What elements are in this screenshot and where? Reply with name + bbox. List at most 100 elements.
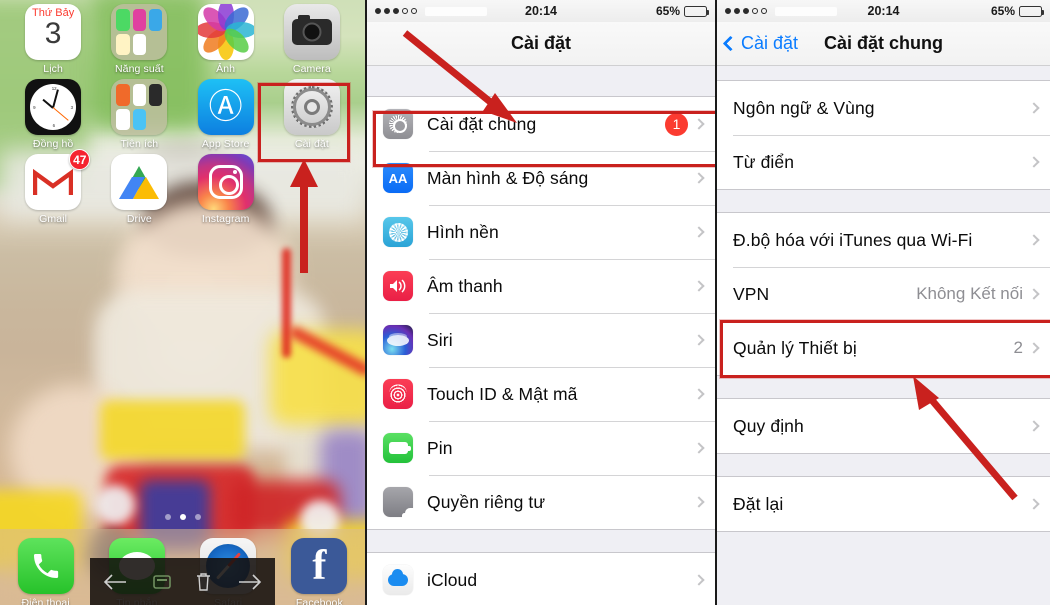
row-label: VPN <box>733 283 770 304</box>
back-arrow-icon[interactable] <box>102 573 128 591</box>
row-quy-dinh[interactable]: Quy định <box>717 399 1050 453</box>
app-gmail[interactable]: 47 Gmail <box>10 149 96 225</box>
app-label: Ảnh <box>216 63 236 75</box>
row-dat-lai[interactable]: Đặt lại <box>717 477 1050 531</box>
general-settings-screen: 20:14 65% Cài đặt Cài đặt chung Ngôn ngữ… <box>715 0 1050 605</box>
row-label: Đ.bộ hóa với iTunes qua Wi-Fi <box>733 229 973 250</box>
chevron-right-icon <box>693 574 705 586</box>
app-label: Instagram <box>201 213 250 225</box>
page-title: Cài đặt <box>510 33 571 53</box>
wallpaper-icon <box>383 217 413 247</box>
app-dong-ho[interactable]: 12 3 6 9 Đồng hồ <box>10 79 96 150</box>
settings-navbar: Cài đặt <box>367 22 715 66</box>
settings-group-main: Cài đặt chung 1 AA Màn hình & Độ sáng Hì… <box>367 96 715 530</box>
row-tu-dien[interactable]: Từ điển <box>717 135 1050 189</box>
chevron-right-icon <box>693 118 705 130</box>
row-icloud[interactable]: iCloud <box>367 553 715 605</box>
row-label: Âm thanh <box>427 275 503 296</box>
battery-icon <box>684 5 709 17</box>
row-man-hinh-do-sang[interactable]: AA Màn hình & Độ sáng <box>367 151 715 205</box>
status-time: 20:14 <box>525 4 557 18</box>
page-indicator <box>0 514 365 520</box>
row-am-thanh[interactable]: Âm thanh <box>367 259 715 313</box>
gear-icon <box>383 109 413 139</box>
phone-icon <box>17 538 74 594</box>
badge-count: 1 <box>665 112 688 136</box>
row-hinh-nen[interactable]: Hình nền <box>367 205 715 259</box>
row-dong-bo-itunes-wifi[interactable]: Đ.bộ hóa với iTunes qua Wi-Fi <box>717 213 1050 267</box>
row-label: Ngôn ngữ & Vùng <box>733 97 875 118</box>
forward-arrow-icon[interactable] <box>237 573 263 591</box>
app-cai-dat[interactable]: Cài đặt <box>269 79 355 150</box>
appstore-icon: Ⓐ <box>197 79 254 135</box>
chevron-right-icon <box>1028 234 1040 246</box>
app-label: Camera <box>292 63 331 75</box>
row-label: Quy định <box>733 415 804 436</box>
status-time: 20:14 <box>867 4 900 18</box>
general-group-regulatory: Quy định <box>717 398 1050 454</box>
aa-icon: AA <box>383 163 413 193</box>
folder-icon <box>111 4 168 60</box>
app-anh[interactable]: Ảnh <box>183 4 269 75</box>
app-nang-suat[interactable]: Năng suất <box>96 4 182 75</box>
general-group-sync: Đ.bộ hóa với iTunes qua Wi-Fi VPN Không … <box>717 212 1050 376</box>
row-label: Quản lý Thiết bị <box>733 337 857 358</box>
keyboard-icon[interactable] <box>152 574 171 590</box>
row-value: Không Kết nối <box>916 284 1023 303</box>
app-tien-ich[interactable]: Tiện ích <box>96 79 182 150</box>
trash-icon[interactable] <box>195 572 212 592</box>
app-label: Cài đặt <box>294 138 329 150</box>
row-siri[interactable]: Siri <box>367 313 715 367</box>
dock-item-facebook[interactable]: f Facebook <box>291 538 348 605</box>
group-spacer <box>717 66 1050 80</box>
app-label: Đồng hồ <box>32 138 74 150</box>
photos-icon <box>197 4 254 60</box>
row-pin[interactable]: Pin <box>367 421 715 475</box>
chevron-right-icon <box>693 172 705 184</box>
app-label: Drive <box>126 213 152 225</box>
camera-icon <box>283 4 340 60</box>
app-camera[interactable]: Camera <box>269 4 355 75</box>
battery-icon <box>383 433 413 463</box>
group-spacer <box>367 66 715 96</box>
row-ngon-ngu-vung[interactable]: Ngôn ngữ & Vùng <box>717 81 1050 135</box>
chevron-right-icon <box>693 280 705 292</box>
app-drive[interactable]: Drive <box>96 154 182 225</box>
back-button[interactable]: Cài đặt <box>722 33 799 54</box>
app-empty-slot <box>269 154 355 225</box>
status-bar: 20:14 65% <box>717 0 1050 22</box>
settings-app-screen: 20:14 65% Cài đặt Cài đặt chung 1 AA Màn <box>365 0 715 605</box>
chevron-right-icon <box>1028 420 1040 432</box>
chevron-right-icon <box>693 334 705 346</box>
battery-icon <box>1019 5 1044 17</box>
iphone-home-screen: Thứ Bảy 3 Lịch Năng suất Ảnh Camera 12 3… <box>0 0 365 605</box>
row-vpn[interactable]: VPN Không Kết nối <box>717 267 1050 321</box>
chevron-right-icon <box>1028 498 1040 510</box>
dock-label: Facebook <box>295 597 343 605</box>
icloud-icon <box>383 565 413 595</box>
row-label: Siri <box>427 329 453 350</box>
row-quyen-rieng-tu[interactable]: Quyền riêng tư <box>367 475 715 529</box>
row-label: Hình nền <box>427 221 499 242</box>
back-button-label: Cài đặt <box>741 33 799 53</box>
app-label: Năng suất <box>114 63 164 75</box>
row-label: Quyền riêng tư <box>427 491 546 512</box>
instagram-icon <box>197 154 254 210</box>
row-quan-ly-thiet-bi[interactable]: Quản lý Thiết bị 2 <box>717 321 1050 375</box>
row-touch-id-mat-ma[interactable]: Touch ID & Mật mã <box>367 367 715 421</box>
badge-count: 47 <box>69 149 91 170</box>
app-instagram[interactable]: Instagram <box>183 154 269 225</box>
app-label: Tiện ích <box>120 138 159 150</box>
general-group-reset: Đặt lại <box>717 476 1050 532</box>
row-label: iCloud <box>427 569 478 590</box>
folder-icon <box>111 79 168 135</box>
row-label: Pin <box>427 437 453 458</box>
dock-item-dien-thoai[interactable]: Điện thoại <box>17 538 74 605</box>
screen-recorder-toolbar[interactable] <box>90 558 275 605</box>
app-app-store[interactable]: Ⓐ App Store <box>183 79 269 150</box>
app-label: App Store <box>201 138 250 150</box>
app-lich[interactable]: Thứ Bảy 3 Lịch <box>10 4 96 75</box>
row-cai-dat-chung[interactable]: Cài đặt chung 1 <box>367 97 715 151</box>
tutorial-screenshot: Thứ Bảy 3 Lịch Năng suất Ảnh Camera 12 3… <box>0 0 1050 605</box>
chevron-left-icon <box>722 35 739 52</box>
